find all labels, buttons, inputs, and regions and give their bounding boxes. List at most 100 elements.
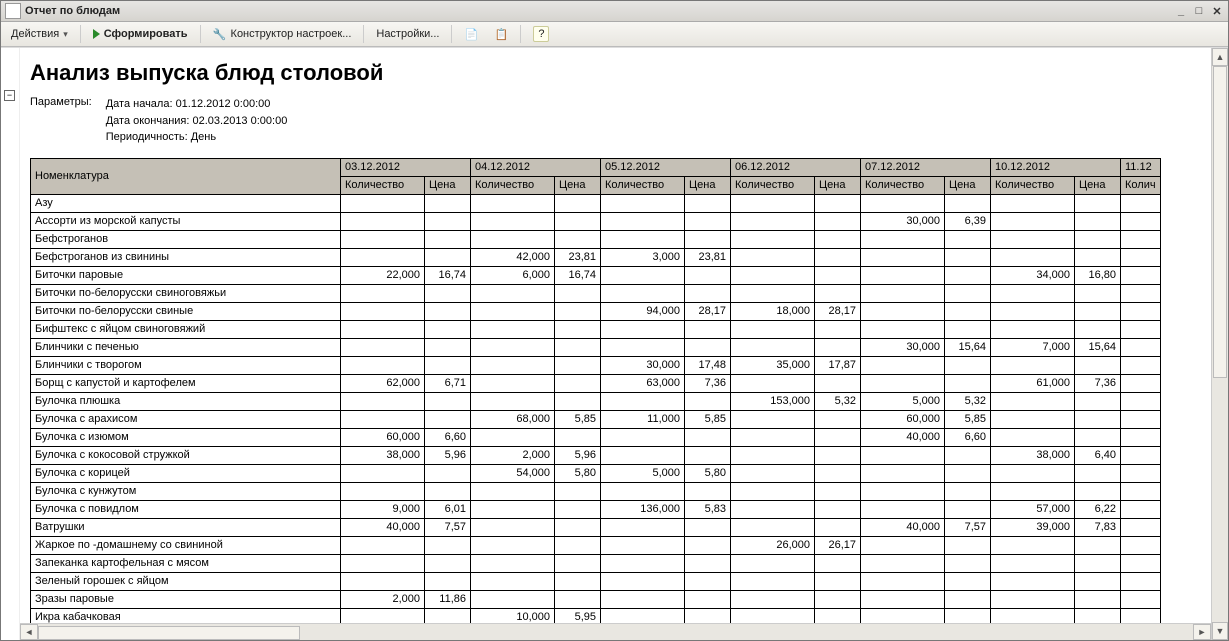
cell-price: 6,71 [425,374,471,392]
cell-price [945,230,991,248]
cell-qty [471,518,555,536]
table-row: Булочка с кокосовой стружкой38,0005,962,… [31,446,1161,464]
cell-qty [341,302,425,320]
cell-price [555,536,601,554]
cell-price [815,554,861,572]
cell-qty: 30,000 [861,212,945,230]
toolbar-action-1[interactable]: 📄 [458,23,484,45]
help-button[interactable]: ? [527,23,555,45]
generate-button[interactable]: Сформировать [87,23,194,45]
cell-price: 5,32 [815,392,861,410]
scroll-down-button[interactable]: ▼ [1212,622,1228,640]
cell-price: 15,64 [945,338,991,356]
collapse-toggle[interactable]: − [4,90,15,101]
cell-name: Булочка с арахисом [31,410,341,428]
h-scroll-thumb[interactable] [38,626,300,640]
toolbar-action-2[interactable]: 📋 [488,23,514,45]
cell-price [425,608,471,623]
cell-qty [601,428,685,446]
cell-price [555,428,601,446]
cell-price [815,338,861,356]
cell-qty [731,230,815,248]
maximize-button[interactable]: □ [1192,5,1206,18]
cell-qty [861,590,945,608]
cell-qty [471,356,555,374]
date-header-3: 06.12.2012 [731,158,861,176]
cell-qty [1121,428,1161,446]
cell-price [815,320,861,338]
close-button[interactable]: ✕ [1210,5,1224,18]
cell-price [425,392,471,410]
cell-qty [471,194,555,212]
cell-price: 17,87 [815,356,861,374]
cell-qty [471,590,555,608]
cell-qty: 60,000 [861,410,945,428]
horizontal-scrollbar[interactable]: ◄ ► [20,623,1211,640]
cell-qty [341,482,425,500]
cell-price [685,428,731,446]
cell-name: Жаркое по -домашнему со свининой [31,536,341,554]
cell-qty [861,194,945,212]
cell-qty [1121,482,1161,500]
cell-price [815,194,861,212]
help-icon: ? [533,26,549,42]
cell-qty [601,554,685,572]
minimize-button[interactable]: _ [1174,5,1188,18]
cell-qty: 35,000 [731,356,815,374]
cell-qty [731,572,815,590]
scroll-right-button[interactable]: ► [1193,624,1211,640]
cell-qty [991,554,1075,572]
cell-qty [991,590,1075,608]
cell-qty [991,284,1075,302]
table-scroll[interactable]: Номенклатура 03.12.2012 04.12.2012 05.12… [20,152,1211,624]
cell-price [425,212,471,230]
cell-price [945,500,991,518]
cell-qty [341,248,425,266]
cell-price [1075,590,1121,608]
cell-price [425,572,471,590]
cell-qty [601,392,685,410]
cell-price [945,536,991,554]
cell-qty: 60,000 [341,428,425,446]
cell-price [1075,248,1121,266]
scroll-left-button[interactable]: ◄ [20,624,38,640]
v-scroll-thumb[interactable] [1213,66,1227,378]
settings-button[interactable]: Настройки... [370,23,445,45]
cell-qty [1121,536,1161,554]
cell-qty [601,446,685,464]
cell-price [555,284,601,302]
cell-qty: 61,000 [991,374,1075,392]
cell-qty [1121,464,1161,482]
cell-qty: 38,000 [991,446,1075,464]
cell-qty [471,212,555,230]
cell-price [945,446,991,464]
cell-qty [731,464,815,482]
cell-price: 5,95 [555,608,601,623]
cell-price: 16,74 [555,266,601,284]
cell-price [685,338,731,356]
cell-price: 6,60 [945,428,991,446]
cell-price [425,536,471,554]
cell-name: Азу [31,194,341,212]
cell-qty [341,194,425,212]
cell-price [555,194,601,212]
cell-qty [861,302,945,320]
constructor-button[interactable]: 🔧 Конструктор настроек... [207,23,358,45]
cell-price: 6,60 [425,428,471,446]
date-header-4: 07.12.2012 [861,158,991,176]
table-row: Зразы паровые2,00011,86 [31,590,1161,608]
cell-qty [1121,572,1161,590]
scroll-up-button[interactable]: ▲ [1212,48,1228,66]
cell-qty [861,536,945,554]
cell-price [945,194,991,212]
cell-qty [1121,302,1161,320]
cell-price [815,248,861,266]
cell-qty: 57,000 [991,500,1075,518]
outline-gutter: − [1,48,20,640]
actions-dropdown[interactable]: Действия [5,23,74,45]
cell-qty [601,518,685,536]
cell-price [555,590,601,608]
cell-price [425,338,471,356]
cell-qty: 68,000 [471,410,555,428]
vertical-scrollbar[interactable]: ▲ ▼ [1211,48,1228,640]
